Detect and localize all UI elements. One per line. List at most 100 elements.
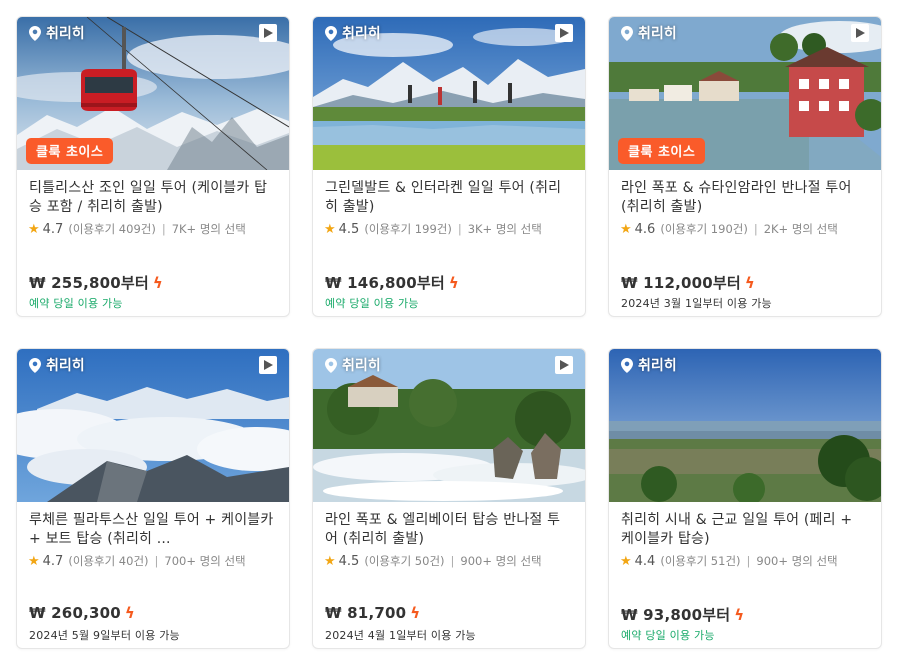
- play-icon: [559, 360, 569, 370]
- tour-title[interactable]: 라인 폭포 & 엘리베이터 탑승 반나절 투어 (취리히 출발): [325, 511, 573, 549]
- map-pin-icon: [621, 357, 633, 373]
- tour-image[interactable]: 취리히 클룩 초이스: [609, 17, 881, 170]
- map-pin-icon: [325, 357, 337, 373]
- star-icon: ★: [620, 553, 632, 569]
- play-icon: [559, 28, 569, 38]
- location-label: 취리히: [325, 23, 381, 43]
- location-label: 취리히: [29, 23, 85, 43]
- location-text: 취리히: [638, 26, 677, 42]
- star-icon: ★: [28, 221, 40, 237]
- location-label: 취리히: [29, 355, 85, 375]
- location-text: 취리히: [638, 358, 677, 374]
- play-icon: [855, 28, 865, 38]
- availability-text: 예약 당일 이용 가능: [621, 629, 715, 642]
- tour-title[interactable]: 취리히 시내 & 근교 일일 투어 (페리 + 케이블카 탑승): [621, 511, 869, 549]
- lightning-bolt-icon: ϟ: [124, 604, 135, 622]
- review-count: (이용후기 40건): [68, 554, 149, 568]
- availability-text: 2024년 4월 1일부터 이용 가능: [325, 629, 476, 642]
- price: ₩ 255,800부터 ϟ: [29, 272, 163, 293]
- price-text: ₩ 146,800부터: [325, 274, 445, 292]
- location-text: 취리히: [46, 358, 85, 374]
- availability-text: 2024년 3월 1일부터 이용 가능: [621, 297, 772, 310]
- price-text: ₩ 81,700: [325, 604, 407, 622]
- divider: |: [753, 222, 758, 236]
- price-text: ₩ 255,800부터: [29, 274, 149, 292]
- tour-image[interactable]: 취리히: [609, 349, 881, 502]
- tour-image[interactable]: 취리히: [17, 349, 289, 502]
- location-label: 취리히: [621, 355, 677, 375]
- review-count: (이용후기 190건): [660, 222, 748, 236]
- price-text: ₩ 93,800부터: [621, 606, 731, 624]
- booked-count: 900+ 명의 선택: [756, 554, 838, 568]
- tour-image[interactable]: 취리히: [313, 349, 585, 502]
- star-icon: ★: [324, 553, 336, 569]
- rating-row: ★ 4.4 (이용후기 51건) | 900+ 명의 선택: [620, 553, 869, 569]
- lightning-bolt-icon: ϟ: [410, 604, 421, 622]
- tour-card[interactable]: 취리히 루체른 필라투스산 일일 투어 + 케이블카 + 보트 탑승 (취리히 …: [16, 348, 290, 649]
- tour-card[interactable]: 취리히 그린델발트 & 인터라켄 일일 투어 (취리히 출발) ★ 4.5 (이…: [312, 16, 586, 317]
- availability-text: 2024년 5월 9일부터 이용 가능: [29, 629, 180, 642]
- play-icon: [263, 360, 273, 370]
- play-button[interactable]: [259, 24, 277, 42]
- play-icon: [263, 28, 273, 38]
- star-icon: ★: [28, 553, 40, 569]
- klook-choice-badge: 클룩 초이스: [26, 138, 114, 164]
- review-count: (이용후기 50건): [364, 554, 445, 568]
- price: ₩ 146,800부터 ϟ: [325, 272, 459, 293]
- rating-value: 4.5: [338, 553, 360, 569]
- price: ₩ 260,300 ϟ: [29, 604, 135, 622]
- booked-count: 2K+ 명의 선택: [763, 222, 838, 236]
- rating-value: 4.5: [338, 221, 360, 237]
- divider: |: [450, 554, 455, 568]
- play-button[interactable]: [259, 356, 277, 374]
- star-icon: ★: [620, 221, 632, 237]
- rating-value: 4.7: [42, 221, 64, 237]
- map-pin-icon: [29, 25, 41, 41]
- tour-title[interactable]: 라인 폭포 & 슈타인암라인 반나절 투어 (취리히 출발): [621, 179, 869, 217]
- rating-row: ★ 4.5 (이용후기 50건) | 900+ 명의 선택: [324, 553, 573, 569]
- booked-count: 3K+ 명의 선택: [467, 222, 542, 236]
- divider: |: [746, 554, 751, 568]
- rating-row: ★ 4.5 (이용후기 199건) | 3K+ 명의 선택: [324, 221, 573, 237]
- tour-card[interactable]: 취리히 클룩 초이스 라인 폭포 & 슈타인암라인 반나절 투어 (취리히 출발…: [608, 16, 882, 317]
- price-text: ₩ 112,000부터: [621, 274, 741, 292]
- tour-title[interactable]: 티틀리스산 조인 일일 투어 (케이블카 탑승 포함 / 취리히 출발): [29, 179, 277, 217]
- tour-card[interactable]: 취리히 라인 폭포 & 엘리베이터 탑승 반나절 투어 (취리히 출발) ★ 4…: [312, 348, 586, 649]
- divider: |: [154, 554, 159, 568]
- rating-value: 4.4: [634, 553, 656, 569]
- review-count: (이용후기 409건): [68, 222, 156, 236]
- price-text: ₩ 260,300: [29, 604, 121, 622]
- booked-count: 7K+ 명의 선택: [171, 222, 246, 236]
- location-text: 취리히: [342, 26, 381, 42]
- price: ₩ 93,800부터 ϟ: [621, 604, 744, 625]
- location-text: 취리히: [46, 26, 85, 42]
- location-text: 취리히: [342, 358, 381, 374]
- price: ₩ 81,700 ϟ: [325, 604, 420, 622]
- lightning-bolt-icon: ϟ: [744, 273, 755, 292]
- tour-title[interactable]: 그린델발트 & 인터라켄 일일 투어 (취리히 출발): [325, 179, 573, 217]
- booked-count: 900+ 명의 선택: [460, 554, 542, 568]
- tour-card[interactable]: 취리히 취리히 시내 & 근교 일일 투어 (페리 + 케이블카 탑승) ★ 4…: [608, 348, 882, 649]
- divider: |: [161, 222, 166, 236]
- review-count: (이용후기 51건): [660, 554, 741, 568]
- map-pin-icon: [325, 25, 337, 41]
- rating-row: ★ 4.7 (이용후기 409건) | 7K+ 명의 선택: [28, 221, 277, 237]
- availability-text: 예약 당일 이용 가능: [29, 297, 123, 310]
- tour-image[interactable]: 취리히 클룩 초이스: [17, 17, 289, 170]
- rating-row: ★ 4.7 (이용후기 40건) | 700+ 명의 선택: [28, 553, 277, 569]
- rating-value: 4.6: [634, 221, 656, 237]
- tour-card[interactable]: 취리히 클룩 초이스 티틀리스산 조인 일일 투어 (케이블카 탑승 포함 / …: [16, 16, 290, 317]
- location-label: 취리히: [325, 355, 381, 375]
- availability-text: 예약 당일 이용 가능: [325, 297, 419, 310]
- tour-title[interactable]: 루체른 필라투스산 일일 투어 + 케이블카 + 보트 탑승 (취리히 ...: [29, 511, 277, 549]
- review-count: (이용후기 199건): [364, 222, 452, 236]
- star-icon: ★: [324, 221, 336, 237]
- price: ₩ 112,000부터 ϟ: [621, 272, 755, 293]
- map-pin-icon: [621, 25, 633, 41]
- play-button[interactable]: [555, 356, 573, 374]
- play-button[interactable]: [555, 24, 573, 42]
- tour-image[interactable]: 취리히: [313, 17, 585, 170]
- lightning-bolt-icon: ϟ: [734, 605, 745, 624]
- play-button[interactable]: [851, 24, 869, 42]
- lightning-bolt-icon: ϟ: [152, 273, 163, 292]
